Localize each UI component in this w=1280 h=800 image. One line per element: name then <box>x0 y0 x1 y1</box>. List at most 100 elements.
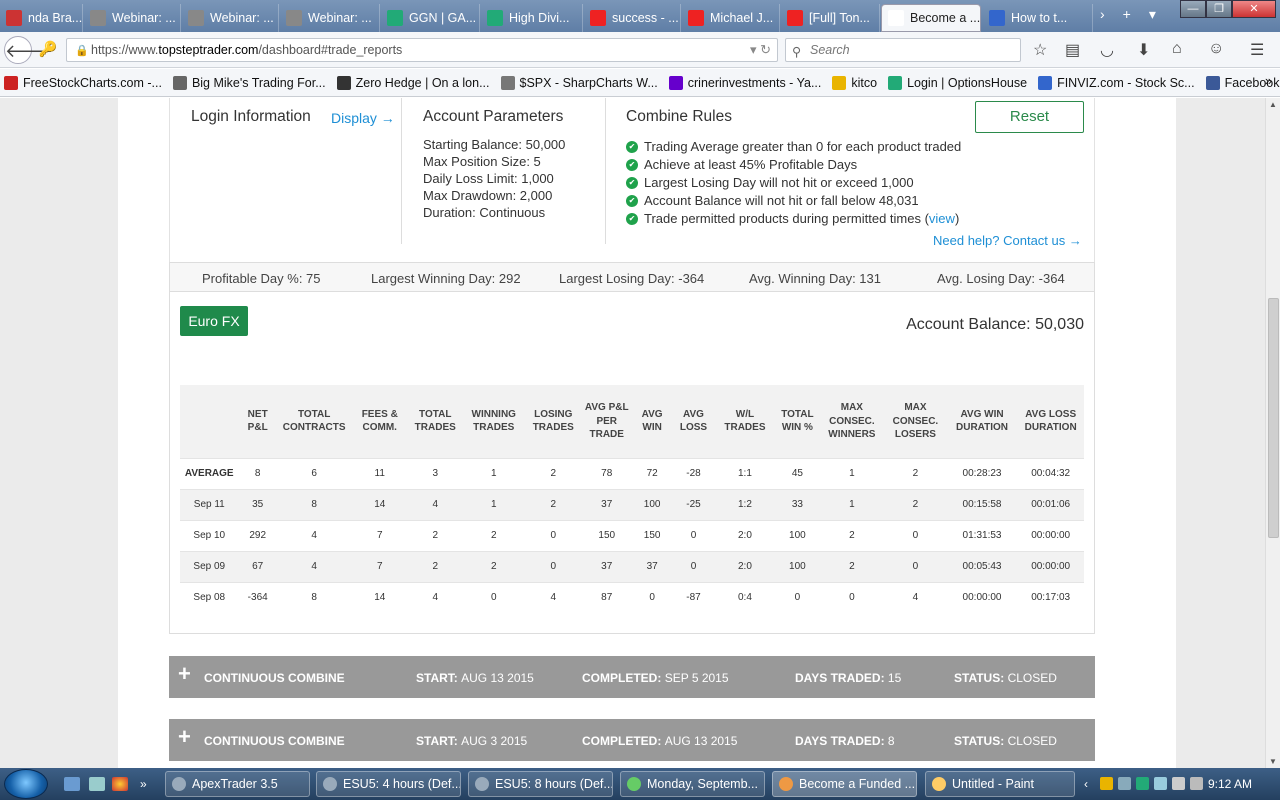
expand-plus-icon[interactable]: + <box>178 662 191 686</box>
taskbar-button[interactable]: Monday, Septemb... <box>620 771 765 797</box>
table-header-row: NET P&L TOTAL CONTRACTS FEES & COMM. TOTAL … <box>180 385 1084 458</box>
window-close-button[interactable]: ✕ <box>1232 0 1276 18</box>
table-cell: 00:00:00 <box>1017 550 1084 582</box>
tab-2[interactable]: Webinar: ... <box>84 4 181 32</box>
combine-completed-value: AUG 13 2015 <box>664 734 738 748</box>
reset-button[interactable]: Reset <box>975 101 1084 133</box>
new-tab-button[interactable]: + <box>1123 6 1131 23</box>
reading-list-icon[interactable]: ▤ <box>1065 40 1080 60</box>
pocket-icon[interactable]: ◡ <box>1100 40 1114 60</box>
combine-history-row[interactable]: + CONTINUOUS COMBINE START: AUG 13 2015 COM… <box>169 656 1095 698</box>
clock[interactable]: 9:12 AM <box>1208 777 1252 791</box>
explorer-icon[interactable] <box>89 777 105 791</box>
more-quicklaunch-icon[interactable]: » <box>140 777 156 791</box>
back-button[interactable]: 🡐 <box>4 36 53 64</box>
contact-help-link[interactable]: Need help? Contact us → <box>933 233 1082 248</box>
bookmark-item[interactable]: FreeStockCharts.com -... <box>4 75 162 90</box>
bookmark-star-icon[interactable]: ☆ <box>1033 40 1047 60</box>
show-desktop-icon[interactable] <box>64 777 80 791</box>
summary-stats-bar: Profitable Day %: 75 Largest Winning Day:… <box>169 262 1095 292</box>
tab-favicon-icon <box>989 10 1005 26</box>
tab-favicon-icon <box>90 10 106 26</box>
taskbar-button[interactable]: Untitled - Paint <box>925 771 1075 797</box>
check-circle-icon: ✔ <box>626 159 638 171</box>
tab-1[interactable]: nda Bra... <box>0 4 83 32</box>
menu-icon[interactable]: ☰ <box>1250 40 1264 60</box>
scroll-down-icon[interactable]: ▼ <box>1269 757 1277 766</box>
combine-days: DAYS TRADED: 15 <box>795 671 901 685</box>
taskbar-button[interactable]: ESU5: 8 hours (Def... <box>468 771 613 797</box>
combine-history-row[interactable]: + CONTINUOUS COMBINE START: AUG 3 2015 COMP… <box>169 719 1095 761</box>
combine-status: STATUS: CLOSED <box>954 671 1057 685</box>
bookmarks-overflow-icon[interactable]: » <box>1265 74 1272 88</box>
volume-icon[interactable] <box>1190 777 1203 790</box>
taskbar-button[interactable]: ESU5: 4 hours (Def... <box>316 771 461 797</box>
tray-security-icon[interactable] <box>1136 777 1149 790</box>
tab-6[interactable]: High Divi... <box>481 4 583 32</box>
bookmark-item[interactable]: Zero Hedge | On a lon... <box>336 75 490 90</box>
tab-10[interactable]: Become a ...✕ <box>881 4 981 32</box>
expand-plus-icon[interactable]: + <box>178 725 191 749</box>
tab-4[interactable]: Webinar: ... <box>280 4 380 32</box>
bookmark-item[interactable]: Big Mike's Trading For... <box>172 75 326 90</box>
table-cell: 4 <box>276 550 352 582</box>
tray-expand-icon[interactable]: ‹ <box>1084 777 1097 791</box>
tray-network-icon[interactable] <box>1118 777 1131 790</box>
bookmark-label: Zero Hedge | On a lon... <box>355 75 490 90</box>
table-row: Sep 09 67 4 7 2 2 0 37 37 0 2:0 100 2 0 00:05:43 00:00:… <box>180 550 1084 582</box>
bookmark-item[interactable]: kitco <box>832 75 877 90</box>
chrome-icon[interactable] <box>112 777 128 791</box>
home-icon[interactable]: ⌂ <box>1172 40 1182 58</box>
tray-monitor-icon[interactable] <box>1172 777 1185 790</box>
table-cell: 14 <box>351 488 408 520</box>
tab-11[interactable]: How to t... <box>983 4 1093 32</box>
restore-button[interactable]: ❐ <box>1206 0 1232 18</box>
tray-folder-icon[interactable] <box>1100 777 1113 790</box>
table-cell: 87 <box>581 581 632 613</box>
table-cell: 2 <box>408 550 463 582</box>
table-cell: 100 <box>631 488 673 520</box>
tab-label: High Divi... <box>509 11 570 25</box>
chat-icon[interactable]: ☺ <box>1208 40 1224 58</box>
table-cell: 00:01:06 <box>1017 488 1084 520</box>
tab-7[interactable]: success - ... <box>584 4 681 32</box>
taskbar-button[interactable]: ApexTrader 3.5 <box>165 771 310 797</box>
url-bar[interactable]: 🔒 https://www. topsteptrader.com/dashboar… <box>66 38 778 62</box>
tab-9[interactable]: [Full] Ton... <box>781 4 880 32</box>
bookmark-item[interactable]: crinerinvestments - Ya... <box>668 75 821 90</box>
vertical-scrollbar[interactable]: ▲ ▼ <box>1265 98 1280 768</box>
tab-8[interactable]: Michael J... <box>682 4 780 32</box>
scroll-up-icon[interactable]: ▲ <box>1269 100 1277 109</box>
taskbar-button[interactable]: Become a Funded ... <box>772 771 917 797</box>
minimize-button[interactable]: — <box>1180 0 1206 18</box>
table-cell: 3 <box>408 457 463 489</box>
start-button[interactable] <box>4 769 48 799</box>
search-input[interactable]: ⚲ Search <box>785 38 1021 62</box>
identity-icon[interactable]: 🔑 <box>34 36 62 64</box>
tray-sync-icon[interactable] <box>1154 777 1167 790</box>
table-cell: 1 <box>462 488 526 520</box>
account-balance: Account Balance: 50,030 <box>906 316 1084 333</box>
combine-completed-label: COMPLETED: <box>582 734 662 748</box>
bookmark-item[interactable]: $SPX - SharpCharts W... <box>500 75 658 90</box>
column-header: MAX CONSEC. LOSERS <box>884 385 947 458</box>
euro-fx-button[interactable]: Euro FX <box>180 306 248 336</box>
downloads-icon[interactable]: ⬇ <box>1137 40 1150 60</box>
bookmark-item[interactable]: Login | OptionsHouse <box>888 75 1027 90</box>
display-link[interactable]: Display → <box>331 110 395 126</box>
scroll-tabs-right-icon[interactable]: › <box>1100 6 1105 23</box>
table-cell: 2 <box>884 457 947 489</box>
bookmark-label: Big Mike's Trading For... <box>191 75 326 90</box>
list-all-tabs-icon[interactable]: ▾ <box>1149 6 1156 23</box>
reload-icon[interactable]: ▾ ↻ <box>750 42 771 58</box>
tab-3[interactable]: Webinar: ... <box>182 4 279 32</box>
tab-5[interactable]: GGN | GA... <box>381 4 480 32</box>
rule-text: Trade permitted products during permitte… <box>644 211 929 226</box>
bookmark-favicon-icon <box>668 75 683 90</box>
view-times-link[interactable]: view <box>929 210 955 228</box>
bookmark-item[interactable]: FINVIZ.com - Stock Sc... <box>1038 75 1195 90</box>
table-cell: 00:00:00 <box>1017 519 1084 551</box>
scrollbar-thumb[interactable] <box>1268 298 1279 538</box>
account-info-panel: Login Information Display → Account Para… <box>169 98 1095 262</box>
table-cell: 0 <box>631 581 673 613</box>
